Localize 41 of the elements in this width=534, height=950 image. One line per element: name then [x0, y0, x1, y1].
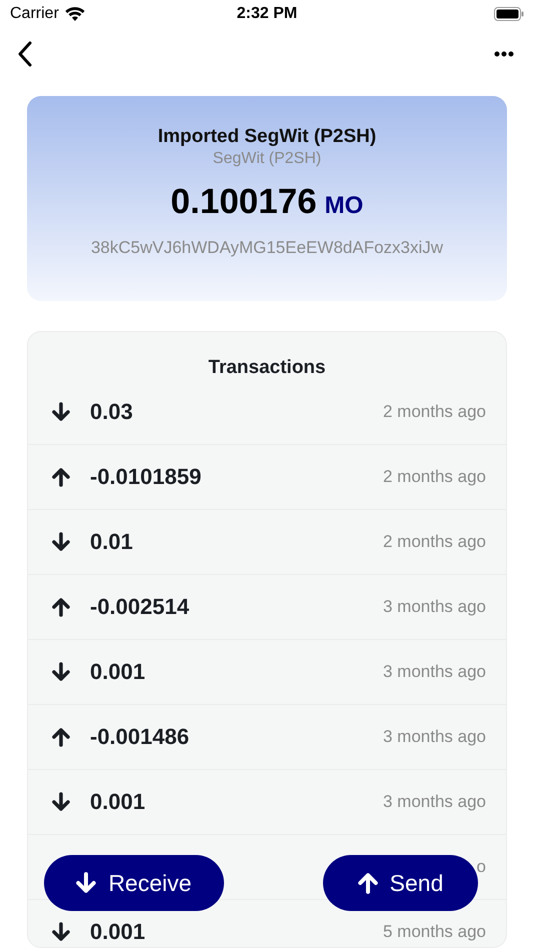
down-arrow-icon [52, 790, 70, 814]
carrier-label: Carrier [10, 5, 59, 23]
transaction-time: 2 months ago [382, 467, 486, 487]
transaction-time: 3 months ago [382, 662, 486, 682]
transaction-time: 3 months ago [382, 597, 486, 617]
transaction-amount: 0.001 [90, 659, 146, 685]
battery-icon [494, 7, 524, 21]
transactions-title: Transactions [208, 357, 326, 379]
down-arrow-icon [52, 530, 70, 554]
balance-amount: 0.100176 [170, 182, 317, 222]
wallet-type: SegWit (P2SH) [212, 150, 322, 168]
back-icon[interactable] [16, 40, 34, 68]
clock-time: 2:32 PM [236, 5, 298, 23]
transaction-time: 3 months ago [382, 792, 486, 812]
transaction-amount: -0.0101859 [90, 464, 202, 490]
transaction-amount: 0.01 [90, 529, 134, 555]
transaction-time: o [476, 857, 486, 877]
transaction-time: 5 months ago [382, 922, 486, 942]
up-arrow-icon [52, 725, 70, 749]
balance-unit: MO [324, 192, 364, 220]
receive-button[interactable]: Receive [44, 855, 224, 911]
down-arrow-icon [52, 400, 70, 424]
transaction-amount: 0.03 [90, 399, 134, 425]
transaction-time: 2 months ago [382, 402, 486, 422]
up-arrow-icon [358, 870, 378, 896]
transaction-amount: 0.001 [90, 789, 146, 815]
down-arrow-icon [76, 870, 96, 896]
transaction-time: 3 months ago [382, 727, 486, 747]
up-arrow-icon [52, 595, 70, 619]
wifi-icon [64, 6, 85, 22]
transaction-amount: -0.001486 [90, 724, 190, 750]
send-button[interactable]: Send [323, 855, 478, 911]
wallet-name: Imported SegWit (P2SH) [158, 126, 376, 148]
down-arrow-icon [52, 660, 70, 684]
more-icon[interactable] [494, 51, 514, 57]
wallet-address: 38kC5wVJ6hWDAyMG15EeEW8dAFozx3xiJw [90, 238, 444, 258]
down-arrow-icon [52, 920, 70, 944]
up-arrow-icon [52, 465, 70, 489]
transaction-amount: 0.001 [90, 919, 146, 945]
transaction-amount: -0.002514 [90, 594, 190, 620]
transaction-time: 2 months ago [382, 532, 486, 552]
